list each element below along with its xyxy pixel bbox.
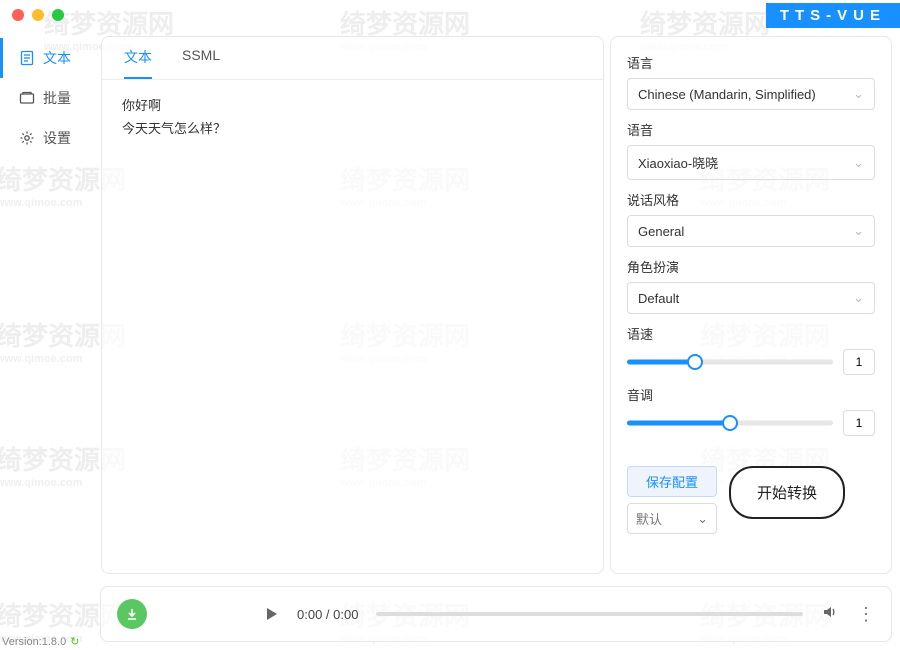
- gear-icon: [19, 130, 35, 146]
- role-label: 角色扮演: [627, 257, 875, 276]
- titlebar: TTS-VUE: [0, 0, 900, 30]
- sidebar-item-text[interactable]: 文本: [0, 38, 95, 78]
- sidebar-item-label: 批量: [43, 88, 71, 108]
- start-button[interactable]: 开始转换: [729, 466, 845, 519]
- download-button[interactable]: [117, 599, 147, 629]
- role-select[interactable]: Default ⌄: [627, 282, 875, 314]
- maximize-icon[interactable]: [52, 9, 64, 21]
- pitch-label: 音调: [627, 385, 875, 404]
- voice-select[interactable]: Xiaoxiao-晓晓 ⌄: [627, 145, 875, 180]
- language-label: 语言: [627, 53, 875, 72]
- settings-panel: 语言 Chinese (Mandarin, Simplified) ⌄ 语音 X…: [604, 30, 900, 580]
- audio-player: 0:00 / 0:00 ⋮: [100, 586, 892, 642]
- text-input[interactable]: 你好啊 今天天气怎么样？: [102, 80, 603, 155]
- select-value: Default: [638, 291, 679, 306]
- pitch-slider[interactable]: [627, 413, 833, 433]
- sidebar-item-label: 文本: [43, 48, 71, 68]
- sidebar: 文本 批量 设置: [0, 30, 95, 580]
- time-display: 0:00 / 0:00: [297, 607, 358, 622]
- center-panel: 文本 SSML 你好啊 今天天气怎么样？: [95, 30, 604, 580]
- select-value: General: [638, 224, 684, 239]
- minimize-icon[interactable]: [32, 9, 44, 21]
- chevron-down-icon: ⌄: [697, 511, 708, 527]
- select-value: 默认: [636, 509, 662, 528]
- voice-label: 语音: [627, 120, 875, 139]
- play-button[interactable]: [263, 606, 279, 622]
- window-controls: [0, 9, 64, 21]
- save-config-button[interactable]: 保存配置: [627, 466, 717, 497]
- select-value: Chinese (Mandarin, Simplified): [638, 87, 816, 102]
- footer: Version:1.8.0 ↻: [2, 635, 79, 648]
- preset-select[interactable]: 默认 ⌄: [627, 503, 717, 534]
- app-title: TTS-VUE: [766, 3, 900, 28]
- pitch-value: 1: [843, 410, 875, 436]
- refresh-icon[interactable]: ↻: [70, 635, 79, 648]
- version-label: Version:1.8.0: [2, 636, 66, 648]
- sidebar-item-label: 设置: [43, 128, 71, 148]
- menu-button[interactable]: ⋮: [857, 604, 875, 625]
- chevron-down-icon: ⌄: [853, 223, 864, 239]
- select-value: Xiaoxiao-晓晓: [638, 153, 718, 172]
- input-tabs: 文本 SSML: [102, 37, 603, 80]
- chevron-down-icon: ⌄: [853, 155, 864, 171]
- progress-bar[interactable]: [376, 612, 803, 616]
- speed-slider[interactable]: [627, 352, 833, 372]
- speed-label: 语速: [627, 324, 875, 343]
- speed-value: 1: [843, 349, 875, 375]
- chevron-down-icon: ⌄: [853, 86, 864, 102]
- close-icon[interactable]: [12, 9, 24, 21]
- language-select[interactable]: Chinese (Mandarin, Simplified) ⌄: [627, 78, 875, 110]
- tab-text[interactable]: 文本: [124, 47, 152, 79]
- style-label: 说话风格: [627, 190, 875, 209]
- batch-icon: [19, 90, 35, 106]
- sidebar-item-batch[interactable]: 批量: [0, 78, 95, 118]
- tab-ssml[interactable]: SSML: [182, 47, 220, 79]
- chevron-down-icon: ⌄: [853, 290, 864, 306]
- sidebar-item-settings[interactable]: 设置: [0, 118, 95, 158]
- text-line: 今天天气怎么样？: [122, 117, 583, 140]
- volume-button[interactable]: [821, 603, 839, 626]
- text-line: 你好啊: [122, 94, 583, 117]
- style-select[interactable]: General ⌄: [627, 215, 875, 247]
- document-icon: [19, 50, 35, 66]
